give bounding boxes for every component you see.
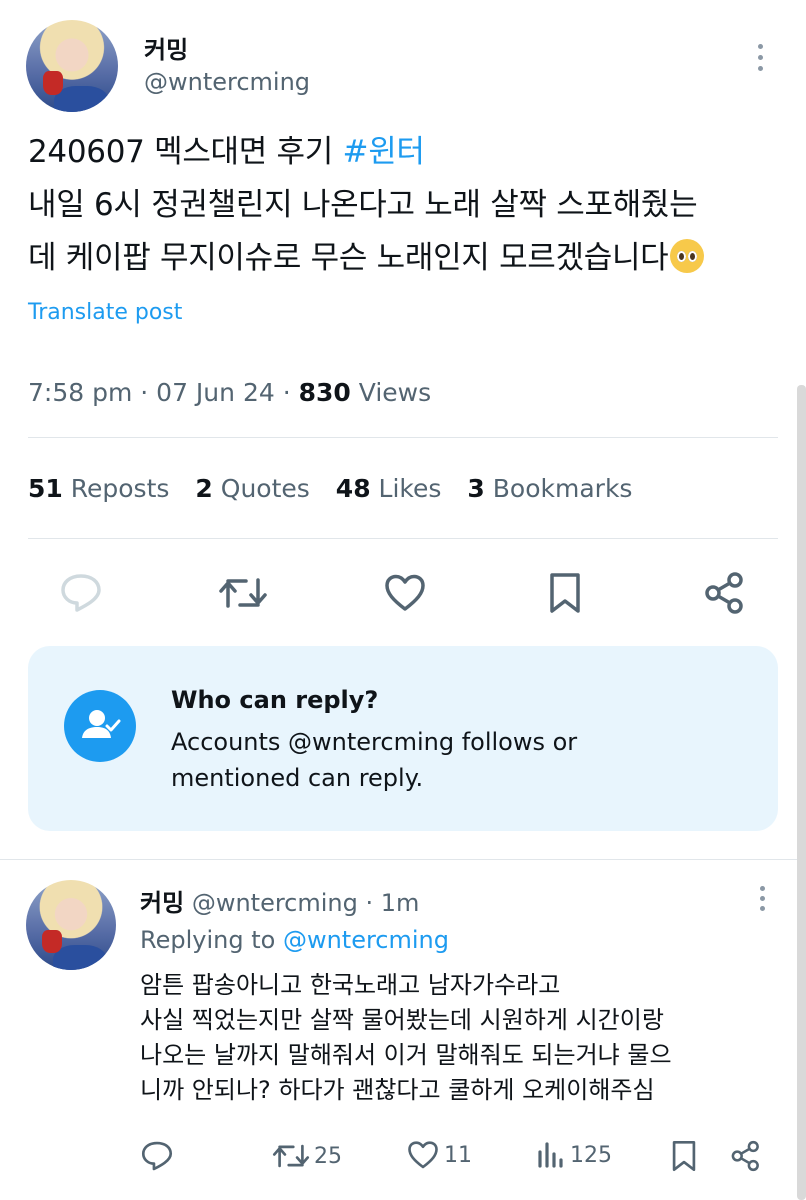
reply-views-button[interactable]: 125 xyxy=(536,1140,612,1170)
reply-share-button[interactable] xyxy=(730,1140,762,1172)
views-label: Views xyxy=(358,378,432,407)
stat-label: Quotes xyxy=(220,474,310,503)
who-can-reply-box: Who can reply? Accounts @wntercming foll… xyxy=(28,646,778,831)
who-can-reply-description: Accounts @wntercming follows or mentione… xyxy=(171,724,731,796)
section-divider xyxy=(0,859,806,860)
reply-icon xyxy=(61,574,101,612)
reply-text-line: 나오는 날까지 말해줘서 이거 말해줘도 되는거냐 물으 xyxy=(140,1041,672,1069)
divider xyxy=(28,437,778,438)
reply-repost-button[interactable]: 25 xyxy=(272,1140,342,1172)
reply-avatar[interactable] xyxy=(26,880,116,970)
who-can-reply-title: Who can reply? xyxy=(171,686,379,714)
views-count: 830 xyxy=(298,378,351,407)
share-button[interactable] xyxy=(700,570,750,616)
replying-to: Replying to @wntercming xyxy=(140,926,449,954)
avatar-cup xyxy=(42,70,63,95)
tweet-text: 240607 멕스대면 후기 #윈터 내일 6시 정권챌린지 나온다고 노래 살… xyxy=(28,126,788,285)
reply-time[interactable]: 1m xyxy=(381,889,420,917)
replying-to-label: Replying to xyxy=(140,926,276,954)
reply-display-name[interactable]: 커밍 xyxy=(140,889,184,917)
meta-separator: · xyxy=(140,378,149,407)
more-options-icon[interactable] xyxy=(753,44,767,71)
reply-text-line: 사실 찍었는지만 살짝 물어봤는데 시원하게 시간이랑 xyxy=(140,1006,664,1034)
hashtag-link[interactable]: #윈터 xyxy=(343,134,425,170)
reply-more-options-icon[interactable] xyxy=(755,886,769,911)
reply-button[interactable] xyxy=(56,570,106,616)
tweet-time[interactable]: 7:58 pm xyxy=(28,378,132,407)
reply-text-line: 암튼 팝송아니고 한국노래고 남자가수라고 xyxy=(140,971,561,999)
avatar-cup xyxy=(42,929,62,953)
bookmark-icon xyxy=(550,573,580,613)
reply-user-handle[interactable]: @wntercming xyxy=(192,889,358,917)
translate-post-link[interactable]: Translate post xyxy=(28,300,182,325)
reply-repost-count: 25 xyxy=(314,1143,342,1169)
stat-bookmarks[interactable]: 3 Bookmarks xyxy=(467,474,632,503)
repost-icon xyxy=(219,578,267,608)
analytics-icon xyxy=(538,1142,563,1168)
reply-bookmark-button[interactable] xyxy=(670,1140,698,1172)
avatar[interactable] xyxy=(26,20,118,112)
user-handle[interactable]: @wntercming xyxy=(144,68,310,96)
avatar-clothing xyxy=(53,944,107,970)
who-can-reply-line-2: mentioned can reply. xyxy=(171,764,424,792)
reply-like-count: 11 xyxy=(444,1142,472,1168)
reply-text-line: 니까 안되나? 하다가 괜찮다고 쿨하게 오케이해주심 xyxy=(140,1076,655,1104)
stat-label: Reposts xyxy=(70,474,170,503)
stat-count: 2 xyxy=(195,474,213,503)
meta-separator: · xyxy=(365,889,374,917)
bookmark-icon xyxy=(672,1140,696,1172)
user-check-icon xyxy=(64,690,136,762)
stat-likes[interactable]: 48 Likes xyxy=(336,474,442,503)
stat-reposts[interactable]: 51 Reposts xyxy=(28,474,169,503)
repost-icon xyxy=(272,1144,310,1168)
bookmark-button[interactable] xyxy=(542,570,588,616)
meta-separator: · xyxy=(282,378,291,407)
display-name[interactable]: 커밍 xyxy=(144,30,188,65)
stat-count: 48 xyxy=(335,474,371,503)
reply-view-count: 125 xyxy=(570,1142,612,1168)
reply-icon xyxy=(141,1141,173,1171)
pleading-face-icon xyxy=(670,239,705,273)
share-icon xyxy=(731,1140,759,1172)
tweet-date[interactable]: 07 Jun 24 xyxy=(156,378,275,407)
stat-label: Likes xyxy=(378,474,442,503)
heart-icon xyxy=(408,1141,438,1169)
stat-count: 51 xyxy=(28,474,63,503)
replying-to-mention[interactable]: @wntercming xyxy=(283,926,449,954)
divider xyxy=(28,538,778,539)
tweet-text-line-3: 데 케이팝 무지이슈로 무슨 노래인지 모르겠습니다 xyxy=(28,240,669,276)
who-can-reply-line-1: Accounts @wntercming follows or xyxy=(171,728,578,756)
heart-icon xyxy=(385,574,425,611)
reply-reply-button[interactable] xyxy=(140,1140,174,1172)
tweet-meta: 7:58 pm · 07 Jun 24 · 830 Views xyxy=(28,378,431,407)
like-button[interactable] xyxy=(380,570,430,616)
share-icon xyxy=(705,572,743,614)
stat-label: Bookmarks xyxy=(492,474,633,503)
repost-button[interactable] xyxy=(216,570,270,616)
scrollbar[interactable] xyxy=(797,385,806,1200)
engagement-stats: 51 Reposts 2 Quotes 48 Likes 3 Bookmarks xyxy=(28,474,632,503)
tweet-text-line-1: 240607 멕스대면 후기 xyxy=(28,134,343,170)
tweet-text-line-2: 내일 6시 정권챌린지 나온다고 노래 살짝 스포해줬는 xyxy=(28,187,698,223)
reply-header: 커밍 @wntercming · 1m xyxy=(140,883,419,918)
stat-count: 3 xyxy=(467,474,485,503)
stat-quotes[interactable]: 2 Quotes xyxy=(195,474,309,503)
reply-like-button[interactable]: 11 xyxy=(406,1140,472,1170)
reply-text: 암튼 팝송아니고 한국노래고 남자가수라고 사실 찍었는지만 살짝 물어봤는데 … xyxy=(140,968,780,1108)
